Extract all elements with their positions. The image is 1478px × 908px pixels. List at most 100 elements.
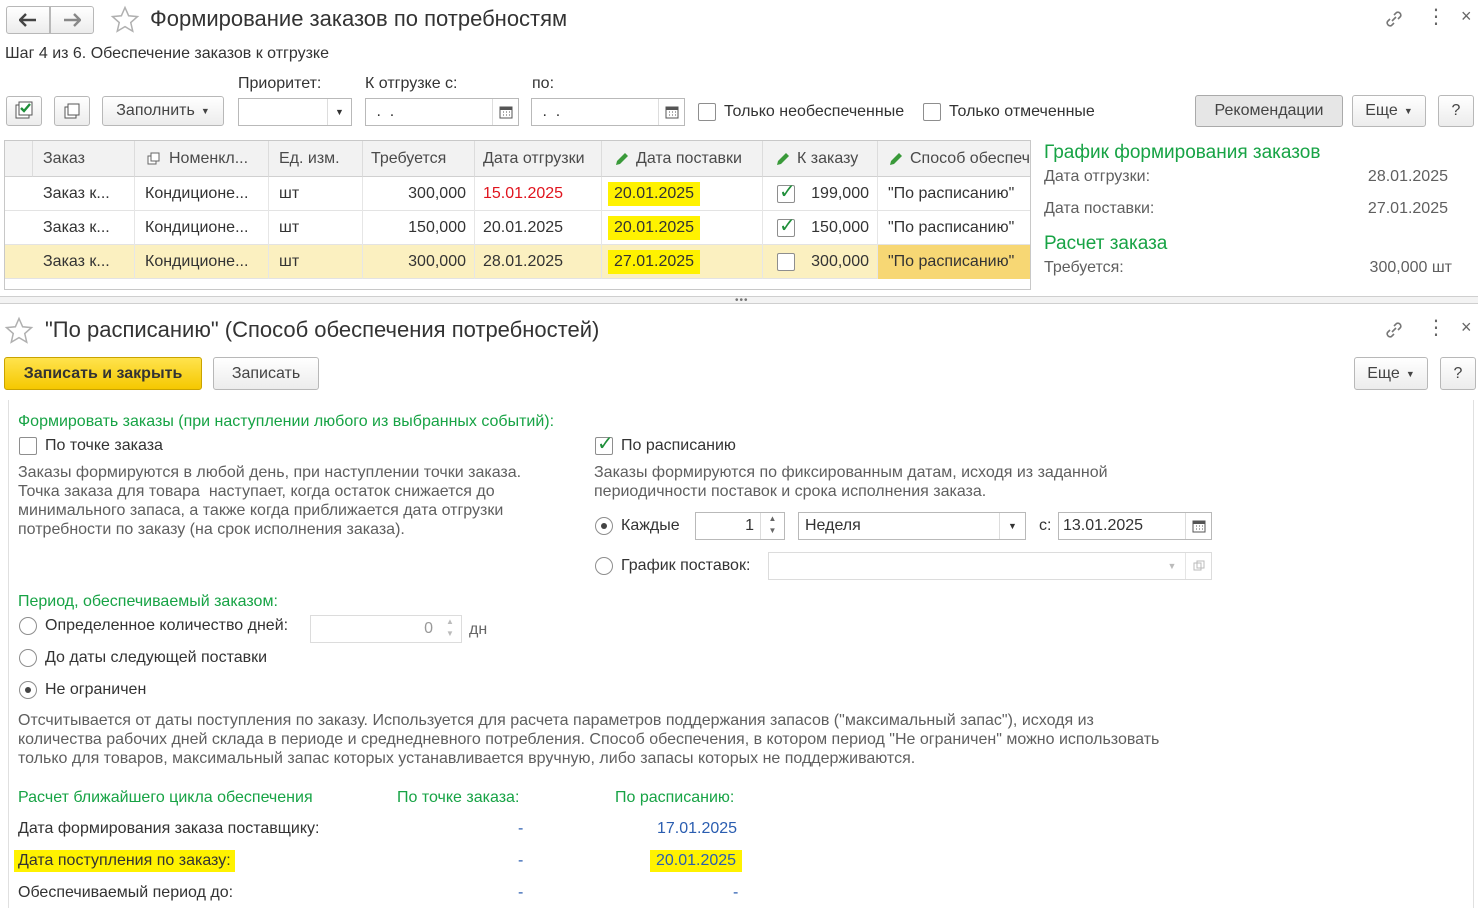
favorite-star-icon[interactable] <box>4 316 34 346</box>
calendar-icon[interactable] <box>658 99 684 125</box>
close-icon[interactable]: × <box>1461 317 1472 338</box>
by-order-point-checkbox[interactable] <box>19 437 37 455</box>
from-date-field[interactable]: 13.01.2025 <box>1058 512 1212 540</box>
back-button[interactable] <box>6 6 50 34</box>
period-select[interactable]: Неделя ▼ <box>798 512 1026 540</box>
fill-button[interactable]: Заполнить ▼ <box>102 96 224 126</box>
ship-from-date-field[interactable]: . . <box>365 98 519 126</box>
cell-ship-date: 15.01.2025 <box>475 177 602 211</box>
desc-line: Точка заказа для товара наступает, когда… <box>18 483 495 500</box>
more-button[interactable]: Еще ▼ <box>1354 357 1428 390</box>
link-icon[interactable] <box>1383 319 1405 341</box>
header-label: Ед. изм. <box>279 149 340 167</box>
calendar-icon[interactable] <box>1185 513 1211 539</box>
column-header-method[interactable]: Способ обеспеч <box>878 141 1030 177</box>
unlimited-label: Не ограничен <box>45 681 147 698</box>
dropdown-arrow-icon[interactable]: ▼ <box>1159 553 1185 579</box>
column-header-order[interactable]: Заказ <box>33 141 135 177</box>
supply-date-value: 27.01.2025 <box>608 250 701 274</box>
stepper-icon[interactable]: ▲ ▼ <box>439 616 461 642</box>
cell-to-order: ✓ 199,000 <box>763 177 878 211</box>
row-checkbox[interactable] <box>777 253 795 271</box>
more-button[interactable]: Еще ▼ <box>1352 95 1426 127</box>
check-icon: ✓ <box>597 433 614 455</box>
mark-all-button[interactable] <box>6 96 42 126</box>
column-header-required[interactable]: Требуется <box>363 141 475 177</box>
every-radio[interactable] <box>595 517 613 535</box>
days-radio[interactable] <box>19 617 37 635</box>
stepper-icon[interactable]: ▲ ▼ <box>760 513 784 539</box>
recommendations-button[interactable]: Рекомендации <box>1195 95 1343 127</box>
supply-schedule-select[interactable]: ▼ <box>768 552 1212 580</box>
desc-line: Заказы формируются в любой день, при нас… <box>18 464 522 481</box>
cell-method: "По расписанию" <box>888 219 1015 236</box>
by-schedule-label: По расписанию <box>621 437 736 454</box>
help-button[interactable]: ? <box>1438 95 1474 127</box>
open-icon[interactable] <box>1185 553 1211 579</box>
table-row[interactable]: Заказ к... Кондиционе... шт 300,000 15.0… <box>5 177 1030 211</box>
copy-button[interactable] <box>54 96 90 126</box>
cycle-row-schedule: - <box>733 884 739 901</box>
only-marked-checkbox[interactable] <box>923 103 941 121</box>
cell-supply-date[interactable]: 20.01.2025 <box>602 211 763 245</box>
cell-supply-date[interactable]: 27.01.2025 <box>602 245 763 279</box>
only-unsecured-label: Только необеспеченные <box>724 103 905 120</box>
priority-select[interactable]: ▼ <box>238 98 352 126</box>
calendar-icon[interactable] <box>492 99 518 125</box>
more-label: Еще <box>1365 102 1398 119</box>
supply-date-value: 20.01.2025 <box>608 216 701 240</box>
cell-required: 300,000 <box>363 245 475 279</box>
from-label: с: <box>1039 517 1052 534</box>
table-row[interactable]: Заказ к... Кондиционе... шт 150,000 20.0… <box>5 211 1030 245</box>
table-row-selected[interactable]: Заказ к... Кондиционе... шт 300,000 28.0… <box>5 245 1030 279</box>
link-icon[interactable] <box>1383 8 1405 30</box>
column-header-item[interactable]: Номенкл... <box>135 141 269 177</box>
panel-splitter[interactable]: ••• <box>0 295 1478 306</box>
column-header-supply-date[interactable]: Дата поставки <box>602 141 763 177</box>
cell-supply-date[interactable]: 20.01.2025 <box>602 177 763 211</box>
forward-button[interactable] <box>50 6 94 34</box>
every-count-field[interactable]: 1 ▲ ▼ <box>695 512 785 540</box>
row-checkbox[interactable]: ✓ <box>777 215 796 237</box>
only-unsecured-checkbox[interactable] <box>698 103 716 121</box>
row-checkbox[interactable]: ✓ <box>777 182 796 203</box>
to-order-value: 199,000 <box>811 185 869 202</box>
by-schedule-checkbox[interactable]: ✓ <box>595 433 614 455</box>
days-field[interactable]: 0 ▲ ▼ <box>310 615 462 643</box>
column-header-selector[interactable] <box>5 141 33 177</box>
cell-unit: шт <box>269 245 363 279</box>
ship-to-date-field[interactable]: . . <box>531 98 685 126</box>
column-header-unit[interactable]: Ед. изм. <box>269 141 363 177</box>
pencil-icon <box>777 152 789 165</box>
until-next-radio[interactable] <box>19 649 37 667</box>
save-and-close-button[interactable]: Записать и закрыть <box>4 357 202 390</box>
more-vert-icon[interactable]: ⋮ <box>1426 317 1446 339</box>
schedule-title: График формирования заказов <box>1044 142 1321 163</box>
supply-date-value: 20.01.2025 <box>608 182 701 206</box>
pencil-icon <box>616 152 628 165</box>
column-header-to-order[interactable]: К заказу <box>763 141 878 177</box>
header-label: Способ обеспеч <box>910 149 1030 167</box>
dropdown-arrow-icon[interactable]: ▼ <box>327 99 351 125</box>
cell-to-order: ✓ 150,000 <box>763 211 878 245</box>
check-list-icon <box>15 101 33 119</box>
more-vert-icon[interactable]: ⋮ <box>1426 6 1446 28</box>
supply-schedule-radio[interactable] <box>595 557 613 575</box>
save-button[interactable]: Записать <box>213 357 319 390</box>
favorite-star-icon[interactable] <box>110 5 140 35</box>
cell-unit: шт <box>269 177 363 211</box>
header-label: Дата отгрузки <box>483 149 585 167</box>
close-icon[interactable]: × <box>1461 6 1472 27</box>
help-button[interactable]: ? <box>1440 357 1476 390</box>
pencil-icon <box>890 152 902 165</box>
unlimited-radio[interactable] <box>19 681 37 699</box>
side-ship-date-value: 28.01.2025 <box>1367 168 1448 185</box>
column-header-ship-date[interactable]: Дата отгрузки <box>475 141 602 177</box>
dropdown-arrow-icon[interactable]: ▼ <box>999 513 1025 539</box>
by-schedule-desc: Заказы формируются по фиксированным дата… <box>594 463 1108 501</box>
check-icon: ✓ <box>779 215 796 237</box>
save-label: Записать <box>231 364 301 382</box>
header-label: К заказу <box>797 149 859 167</box>
days-value: 0 <box>424 620 433 637</box>
cycle-row-label: Обеспечиваемый период до: <box>18 884 234 901</box>
